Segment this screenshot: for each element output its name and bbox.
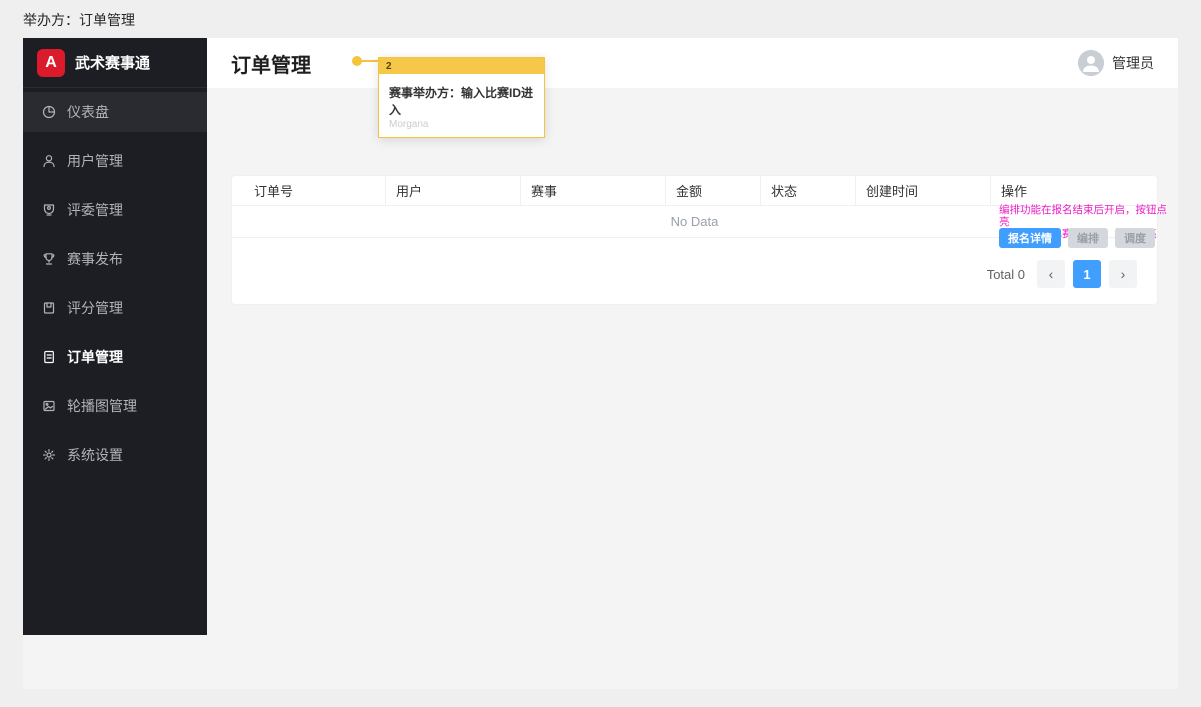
sidebar-item-label: 系统设置 — [67, 447, 123, 463]
sidebar-item-label: 轮播图管理 — [67, 398, 137, 414]
column-order-no: 订单号 — [232, 176, 386, 205]
user-menu[interactable]: 管理员 — [1078, 50, 1154, 76]
carousel-icon — [41, 398, 57, 414]
user-name: 管理员 — [1112, 55, 1154, 71]
pagination: Total 0 ‹ 1 › — [987, 260, 1137, 288]
order-icon — [41, 349, 57, 365]
column-created-at: 创建时间 — [856, 176, 991, 205]
next-page-button[interactable]: › — [1109, 260, 1137, 288]
sidebar-item-label: 赛事发布 — [67, 251, 123, 267]
page: { "page": { "top_label": "举办方：订单管理" }, "… — [0, 0, 1201, 707]
arrange-button[interactable]: 编排 — [1068, 228, 1108, 248]
action-buttons: 报名详情 编排 调度 — [999, 228, 1155, 248]
settings-icon — [41, 447, 57, 463]
annotation-text: 赛事举办方：输入比赛ID进入 — [389, 86, 534, 117]
sidebar-item-label: 订单管理 — [67, 349, 123, 365]
column-actions: 操作 — [1001, 184, 1028, 199]
sidebar-item-events[interactable]: 赛事发布 — [23, 239, 207, 279]
trophy-icon — [41, 251, 57, 267]
column-amount: 金额 — [666, 176, 761, 205]
column-user: 用户 — [386, 176, 521, 205]
app-window: A 武术赛事通 仪表盘 用户管理 评委管理 赛事发布 评分管理 订单管理 轮播图… — [23, 38, 1178, 689]
sidebar-menu: 仪表盘 用户管理 评委管理 赛事发布 评分管理 订单管理 轮播图管理 系统设置 — [23, 88, 207, 475]
sidebar-item-carousel[interactable]: 轮播图管理 — [23, 386, 207, 426]
orders-card: 订单号 用户 赛事 金额 状态 创建时间 操作 No Data 编排功能在报名结… — [231, 175, 1167, 305]
column-status: 状态 — [761, 176, 856, 205]
annotation-tooltip: 2 赛事举办方：输入比赛ID进入 Morgana — [378, 57, 545, 138]
sidebar-item-dashboard[interactable]: 仪表盘 — [23, 92, 207, 132]
annotation-connector — [361, 60, 379, 62]
dashboard-icon — [41, 104, 57, 120]
sidebar: A 武术赛事通 仪表盘 用户管理 评委管理 赛事发布 评分管理 订单管理 轮播图… — [23, 38, 207, 635]
annotation-number: 2 — [379, 58, 544, 74]
sidebar-item-users[interactable]: 用户管理 — [23, 141, 207, 181]
registration-detail-button[interactable]: 报名详情 — [999, 228, 1061, 248]
avatar-icon — [1078, 50, 1104, 76]
app-title: 武术赛事通 — [75, 55, 151, 72]
dispatch-button[interactable]: 调度 — [1115, 228, 1155, 248]
prev-page-button[interactable]: ‹ — [1037, 260, 1065, 288]
annotation-watermark: Morgana — [389, 119, 429, 130]
sidebar-item-scoring[interactable]: 评分管理 — [23, 288, 207, 328]
table-header: 订单号 用户 赛事 金额 状态 创建时间 操作 — [232, 176, 1157, 206]
sidebar-item-judges[interactable]: 评委管理 — [23, 190, 207, 230]
judge-icon — [41, 202, 57, 218]
logo: A 武术赛事通 — [23, 38, 207, 88]
logo-icon: A — [37, 48, 65, 77]
pagination-total: Total 0 — [986, 266, 1025, 282]
breadcrumb: 举办方：订单管理 — [23, 12, 135, 28]
user-icon — [41, 153, 57, 169]
score-icon — [41, 300, 57, 316]
sidebar-item-label: 评分管理 — [67, 300, 123, 316]
sidebar-item-label: 用户管理 — [67, 153, 123, 169]
actions-note-line1: 编排功能在报名结束后开启，按钮点亮 — [999, 204, 1167, 228]
sidebar-item-label: 评委管理 — [67, 202, 123, 218]
sidebar-item-label: 仪表盘 — [67, 104, 109, 120]
column-event: 赛事 — [521, 176, 666, 205]
sidebar-item-orders[interactable]: 订单管理 — [23, 337, 207, 377]
sidebar-item-settings[interactable]: 系统设置 — [23, 435, 207, 475]
page-1-button[interactable]: 1 — [1073, 260, 1101, 288]
page-title: 订单管理 — [231, 54, 311, 77]
